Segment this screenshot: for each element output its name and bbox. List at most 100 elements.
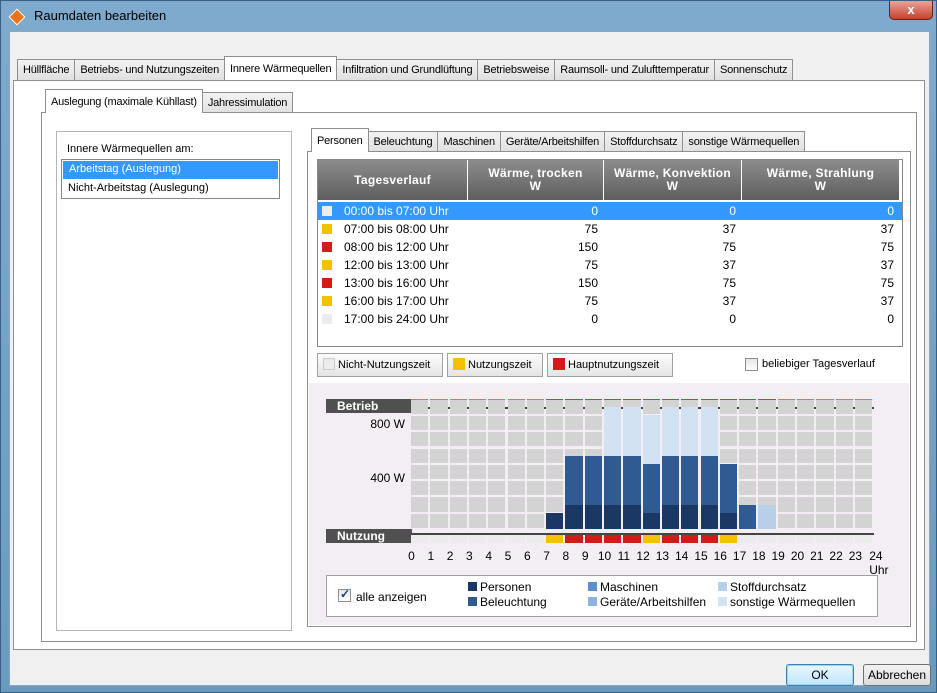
day-type-label: Innere Wärmequellen am:	[67, 143, 194, 155]
tab-sonstige-waermequellen[interactable]: sonstige Wärmequellen	[682, 131, 806, 152]
main-tabbar: Hüllfläche Betriebs- und Nutzungszeiten In…	[17, 56, 794, 80]
empty-cell	[488, 464, 506, 480]
tab-beleuchtung[interactable]: Beleuchtung	[367, 131, 439, 152]
empty-cell	[411, 464, 429, 480]
table-row[interactable]: 13:00 bis 16:00 Uhr 150 75 75	[318, 274, 902, 292]
cancel-button[interactable]: Abbrechen	[863, 664, 931, 686]
empty-cell	[816, 448, 834, 463]
table-cell-conv: 75	[722, 276, 736, 290]
table-row[interactable]: 07:00 bis 08:00 Uhr 75 37 37	[318, 220, 902, 238]
tab-auslegung-maximale-kuehllast[interactable]: Auslegung (maximale Kühllast)	[45, 89, 203, 113]
table-cell-conv: 37	[722, 222, 736, 236]
empty-cell	[758, 448, 776, 463]
empty-cell	[411, 497, 429, 512]
row-type-swatch	[322, 242, 332, 252]
table-row[interactable]: 00:00 bis 07:00 Uhr 0 0 0	[318, 202, 902, 220]
nutzung-cell	[584, 535, 602, 543]
bar-segment	[642, 463, 660, 513]
table-cell-dry: 0	[591, 204, 598, 218]
nicht-nutzungszeit-label: Nicht-Nutzungszeit	[338, 359, 431, 371]
empty-cell	[719, 432, 738, 447]
column-header[interactable]: Wärme, trocken W	[468, 160, 604, 200]
schedule-table: Tagesverlauf Wärme, trocken W Wärme, Konvek…	[317, 159, 903, 347]
bar-segment	[546, 512, 564, 529]
nicht-nutzungszeit-button[interactable]: Nicht-Nutzungszeit	[317, 353, 443, 377]
empty-cell	[526, 448, 545, 463]
title-bar[interactable]: Raumdaten bearbeiten x	[1, 1, 937, 31]
free-day-checkbox[interactable]	[745, 358, 758, 371]
table-row[interactable]: 12:00 bis 13:00 Uhr 75 37 37	[318, 256, 902, 274]
bar-segment	[623, 455, 641, 505]
empty-cell	[411, 513, 429, 528]
table-row[interactable]: 08:00 bis 12:00 Uhr 150 75 75	[318, 238, 902, 256]
empty-cell	[526, 399, 545, 414]
column-header[interactable]: Wärme, Konvektion W	[604, 160, 742, 200]
tab-stoffdurchsatz[interactable]: Stoffdurchsatz	[604, 131, 684, 152]
tab-raumsoll-und-zulufttemperatur[interactable]: Raumsoll- und Zulufttemperatur	[554, 59, 715, 80]
x-tick-label: 1	[427, 549, 435, 563]
empty-cell	[584, 399, 602, 414]
tab-geraete-arbeitshilfen[interactable]: Geräte/Arbeitshilfen	[499, 131, 606, 152]
column-header-unit: W	[529, 179, 542, 193]
empty-cell	[468, 415, 487, 431]
row-type-swatch	[322, 224, 332, 234]
tab-betriebs-und-nutzungszeiten[interactable]: Betriebs- und Nutzungszeiten	[74, 59, 226, 80]
empty-cell	[488, 415, 506, 431]
tab-sonnenschutz[interactable]: Sonnenschutz	[713, 59, 794, 80]
column-header[interactable]: Tagesverlauf	[318, 160, 468, 200]
empty-cell	[468, 481, 487, 496]
nutzung-cell	[739, 535, 757, 543]
nutzung-cell	[449, 535, 467, 543]
day-type-item[interactable]: Nicht-Arbeitstag (Auslegung)	[62, 180, 279, 198]
empty-cell	[739, 497, 757, 505]
table-cell-rad: 37	[880, 294, 894, 308]
empty-cell	[468, 497, 487, 512]
tab-jahressimulation[interactable]: Jahressimulation	[201, 92, 294, 113]
column-header[interactable]: Wärme, Strahlung W	[742, 160, 900, 200]
nutzung-cell	[488, 535, 506, 543]
tab-maschinen[interactable]: Maschinen	[437, 131, 501, 152]
empty-cell	[488, 432, 506, 447]
empty-cell	[777, 415, 795, 431]
ok-button[interactable]: OK	[786, 664, 854, 686]
nutzungszeit-button[interactable]: Nutzungszeit	[447, 353, 543, 377]
legend-label-beleuchtung: Beleuchtung	[480, 595, 547, 609]
empty-cell	[681, 399, 699, 407]
nutzung-cell	[565, 535, 583, 543]
y-tick-label: 800 W	[370, 417, 405, 431]
empty-cell	[526, 415, 545, 431]
table-cell-conv: 75	[722, 240, 736, 254]
empty-cell	[449, 432, 467, 447]
empty-cell	[854, 399, 873, 414]
table-row[interactable]: 16:00 bis 17:00 Uhr 75 37 37	[318, 292, 902, 310]
tab-personen[interactable]: Personen	[311, 128, 369, 152]
empty-cell	[777, 497, 795, 512]
day-type-group	[56, 131, 292, 631]
tab-innere-waermequellen[interactable]: Innere Wärmequellen	[224, 56, 338, 80]
sub-tabbar: Auslegung (maximale Kühllast) Jahressimul…	[45, 89, 294, 113]
empty-cell	[854, 415, 873, 431]
x-tick-label: 11	[617, 549, 631, 563]
tab-infiltration-und-grundlueftung[interactable]: Infiltration und Grundlüftung	[336, 59, 479, 80]
hauptnutzungszeit-button[interactable]: Hauptnutzungszeit	[547, 353, 673, 377]
empty-cell	[488, 481, 506, 496]
column-header-unit: W	[666, 179, 679, 193]
empty-cell	[430, 513, 448, 528]
table-cell-conv: 0	[729, 204, 736, 218]
show-all-checkbox[interactable]	[338, 587, 351, 602]
empty-cell	[739, 481, 757, 496]
empty-cell	[565, 399, 583, 414]
x-tick-label: 17	[732, 549, 747, 563]
tab-huellflaeche[interactable]: Hüllfläche	[17, 59, 76, 80]
source-tabbar: Personen Beleuchtung Maschinen Geräte/Arbei…	[311, 128, 806, 152]
nutzung-cell	[700, 535, 718, 543]
table-row[interactable]: 17:00 bis 24:00 Uhr 0 0 0	[318, 310, 902, 328]
empty-cell	[584, 432, 602, 447]
empty-cell	[449, 481, 467, 496]
table-cell-period: 16:00 bis 17:00 Uhr	[344, 294, 449, 308]
nutzung-label: Nutzung	[326, 529, 412, 543]
day-type-item[interactable]: Arbeitstag (Auslegung)	[63, 161, 278, 179]
tab-betriebsweise[interactable]: Betriebsweise	[477, 59, 556, 80]
bar-segment	[681, 406, 699, 456]
close-button[interactable]: x	[889, 1, 933, 20]
